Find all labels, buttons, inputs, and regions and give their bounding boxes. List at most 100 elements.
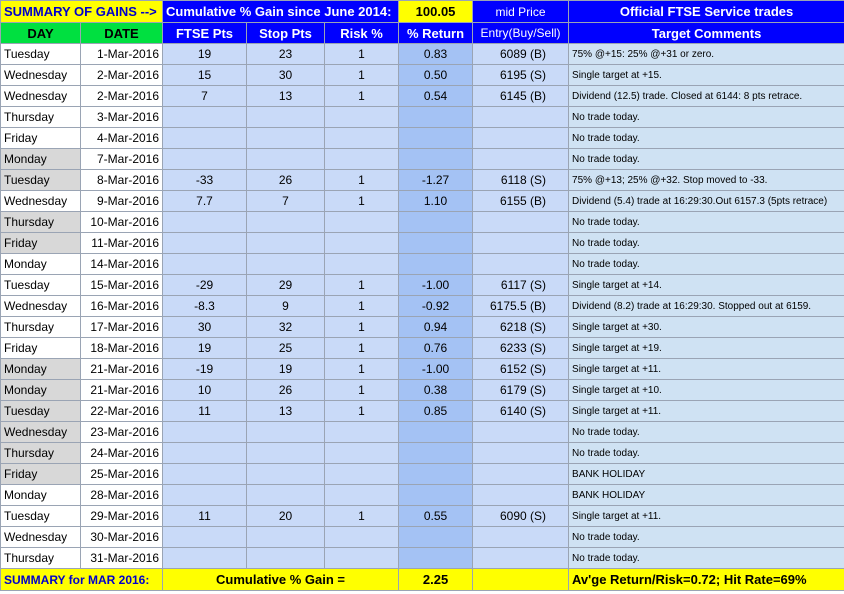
- comment-cell: No trade today.: [568, 442, 844, 464]
- risk-cell: [324, 253, 400, 275]
- entry-cell: [472, 211, 570, 233]
- return-cell: 0.55: [398, 505, 474, 527]
- risk-cell: 1: [324, 190, 400, 212]
- comment-cell: Single target at +10.: [568, 379, 844, 401]
- table-row: Wednesday 16-Mar-2016 -8.3 9 1 -0.92 6175.5 (B…: [0, 295, 844, 317]
- day-cell: Thursday: [0, 106, 81, 128]
- stop-pts-cell: [246, 253, 326, 275]
- stop-pts-cell: 26: [246, 379, 326, 401]
- return-cell: [398, 127, 474, 149]
- day-cell: Thursday: [0, 211, 81, 233]
- day-cell: Friday: [0, 337, 81, 359]
- ftse-pts-cell: [162, 463, 248, 485]
- day-cell: Wednesday: [0, 190, 81, 212]
- stop-pts-cell: [246, 148, 326, 170]
- day-cell: Wednesday: [0, 421, 81, 443]
- entry-cell: 6195 (S): [472, 64, 570, 86]
- cumulative-gain-label: Cumulative % Gain since June 2014:: [162, 0, 400, 23]
- ftse-pts-cell: [162, 442, 248, 464]
- comment-cell: Single target at +11.: [568, 505, 844, 527]
- risk-cell: 1: [324, 379, 400, 401]
- day-cell: Tuesday: [0, 400, 81, 422]
- day-cell: Wednesday: [0, 64, 81, 86]
- risk-cell: [324, 148, 400, 170]
- risk-cell: [324, 463, 400, 485]
- comment-cell: No trade today.: [568, 232, 844, 254]
- stop-pts-cell: 19: [246, 358, 326, 380]
- entry-cell: [472, 442, 570, 464]
- table-row: Thursday 3-Mar-2016 No trade today.: [0, 106, 844, 128]
- stop-pts-cell: 9: [246, 295, 326, 317]
- entry-cell: 6155 (B): [472, 190, 570, 212]
- ftse-pts-cell: 30: [162, 316, 248, 338]
- date-cell: 21-Mar-2016: [79, 358, 164, 380]
- entry-cell: [472, 484, 570, 506]
- day-cell: Tuesday: [0, 43, 81, 65]
- risk-cell: 1: [324, 337, 400, 359]
- mid-price-label: mid Price: [472, 0, 570, 23]
- table-row: Tuesday 1-Mar-2016 19 23 1 0.83 6089 (B) 75% @+…: [0, 43, 844, 65]
- table-row: Monday 21-Mar-2016 10 26 1 0.38 6179 (S) Single…: [0, 379, 844, 401]
- date-cell: 7-Mar-2016: [79, 148, 164, 170]
- table-row: Tuesday 22-Mar-2016 11 13 1 0.85 6140 (S) Singl…: [0, 400, 844, 422]
- table-row: Friday 25-Mar-2016 BANK HOLIDAY: [0, 463, 844, 485]
- risk-cell: 1: [324, 169, 400, 191]
- return-cell: 0.54: [398, 85, 474, 107]
- comment-cell: No trade today.: [568, 127, 844, 149]
- stop-pts-cell: 32: [246, 316, 326, 338]
- risk-cell: [324, 526, 400, 548]
- day-cell: Monday: [0, 379, 81, 401]
- risk-cell: [324, 232, 400, 254]
- ftse-pts-cell: [162, 484, 248, 506]
- entry-cell: 6152 (S): [472, 358, 570, 380]
- stop-pts-cell: [246, 106, 326, 128]
- comment-cell: No trade today.: [568, 421, 844, 443]
- return-cell: [398, 463, 474, 485]
- table-row: Tuesday 29-Mar-2016 11 20 1 0.55 6090 (S) Singl…: [0, 505, 844, 527]
- table-row: Wednesday 23-Mar-2016 No trade today.: [0, 421, 844, 443]
- stop-pts-cell: [246, 442, 326, 464]
- table-row: Tuesday 15-Mar-2016 -29 29 1 -1.00 6117 (S) Sin…: [0, 274, 844, 296]
- day-cell: Wednesday: [0, 526, 81, 548]
- return-cell: [398, 232, 474, 254]
- return-cell: [398, 526, 474, 548]
- risk-cell: 1: [324, 295, 400, 317]
- return-cell: 0.50: [398, 64, 474, 86]
- risk-cell: 1: [324, 505, 400, 527]
- stop-pts-cell: 29: [246, 274, 326, 296]
- comment-cell: Single target at +14.: [568, 274, 844, 296]
- table-row: Friday 4-Mar-2016 No trade today.: [0, 127, 844, 149]
- entry-cell: [472, 547, 570, 569]
- comment-cell: No trade today.: [568, 526, 844, 548]
- return-cell: 0.85: [398, 400, 474, 422]
- date-cell: 18-Mar-2016: [79, 337, 164, 359]
- ftse-pts-cell: 11: [162, 505, 248, 527]
- entry-cell: [472, 526, 570, 548]
- return-cell: [398, 148, 474, 170]
- entry-cell: 6179 (S): [472, 379, 570, 401]
- entry-cell: 6089 (B): [472, 43, 570, 65]
- summary-stats: Av'ge Return/Risk=0.72; Hit Rate=69%: [568, 568, 844, 591]
- table-row: Thursday 31-Mar-2016 No trade today.: [0, 547, 844, 569]
- day-cell: Thursday: [0, 316, 81, 338]
- table-row: Friday 11-Mar-2016 No trade today.: [0, 232, 844, 254]
- return-cell: -0.92: [398, 295, 474, 317]
- col-header-return: % Return: [398, 22, 474, 44]
- entry-cell: [472, 232, 570, 254]
- date-cell: 22-Mar-2016: [79, 400, 164, 422]
- summary-row: SUMMARY for MAR 2016: Cumulative % Gain …: [0, 568, 844, 591]
- ftse-pts-cell: [162, 106, 248, 128]
- risk-cell: 1: [324, 85, 400, 107]
- day-cell: Tuesday: [0, 274, 81, 296]
- return-cell: 1.10: [398, 190, 474, 212]
- entry-cell: 6233 (S): [472, 337, 570, 359]
- date-cell: 24-Mar-2016: [79, 442, 164, 464]
- table-row: Friday 18-Mar-2016 19 25 1 0.76 6233 (S) Single…: [0, 337, 844, 359]
- date-cell: 10-Mar-2016: [79, 211, 164, 233]
- trades-sheet: SUMMARY OF GAINS --> Cumulative % Gain s…: [0, 0, 844, 591]
- day-cell: Monday: [0, 148, 81, 170]
- stop-pts-cell: [246, 547, 326, 569]
- comment-cell: Dividend (12.5) trade. Closed at 6144: 8…: [568, 85, 844, 107]
- summary-cumulative-label: Cumulative % Gain =: [162, 568, 400, 591]
- col-header-date: DATE: [79, 22, 164, 44]
